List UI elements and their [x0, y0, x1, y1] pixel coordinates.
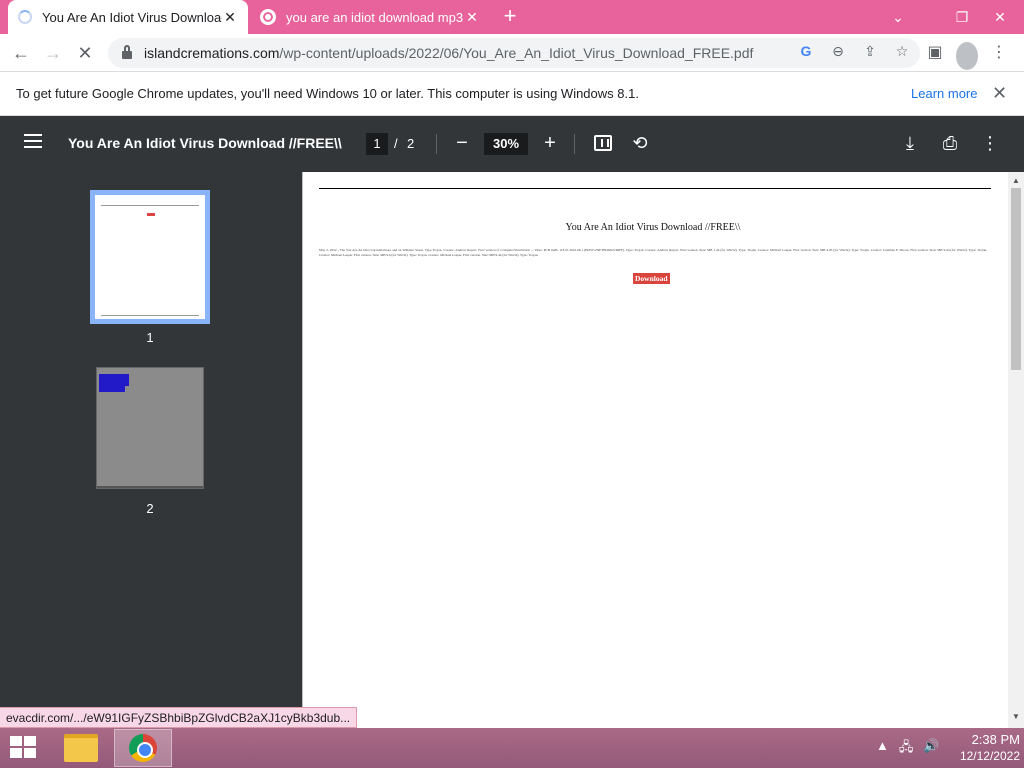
tab-close-icon[interactable]: ✕: [222, 9, 238, 26]
pdf-page: You Are An Idiot Virus Download //FREE\\…: [302, 172, 1008, 728]
vertical-scrollbar[interactable]: ▲ ▼: [1008, 172, 1024, 728]
page-body-text: May 2, 2022 - The You Are An Idiot troja…: [319, 248, 987, 257]
divider: [436, 134, 437, 154]
forward-button[interactable]: →: [40, 40, 66, 66]
stop-loading-button[interactable]: ✕: [72, 40, 98, 66]
new-tab-button[interactable]: +: [498, 4, 522, 30]
clock-date: 12/12/2022: [959, 749, 1020, 763]
lock-icon[interactable]: [122, 45, 132, 59]
page-thumbnail-2[interactable]: [96, 367, 204, 489]
tab-pdf-active[interactable]: You Are An Idiot Virus Download ✕: [8, 0, 248, 34]
tab-close-icon[interactable]: ✕: [464, 9, 480, 26]
tab-title: You Are An Idiot Virus Download: [42, 9, 222, 25]
download-icon[interactable]: ⤓: [899, 131, 921, 155]
zoom-in-button[interactable]: +: [540, 130, 560, 156]
back-button[interactable]: ←: [8, 40, 34, 66]
tab-title: you are an idiot download mp3: [286, 9, 464, 25]
restore-window-icon[interactable]: ❐: [944, 0, 980, 34]
page-heading: You Are An Idiot Virus Download //FREE\\: [565, 222, 741, 233]
chrome-menu-icon[interactable]: ⋮: [988, 39, 1010, 67]
chrome-icon: [129, 734, 157, 762]
divider: [574, 134, 575, 154]
update-infobar: To get future Google Chrome updates, you…: [0, 73, 1024, 116]
thumbnail-label: 1: [146, 330, 154, 345]
loading-spinner-icon: [18, 10, 32, 24]
zoom-icon[interactable]: ⊖: [828, 43, 848, 60]
tab-search[interactable]: you are an idiot download mp3 ✕: [250, 0, 490, 34]
zoom-out-button[interactable]: −: [452, 130, 472, 156]
side-panel-icon[interactable]: ▣: [924, 39, 946, 67]
browser-toolbar: ← → ✕ islandcremations.com/wp-content/up…: [0, 34, 1024, 72]
zoom-level-input[interactable]: 30%: [484, 133, 528, 155]
infobar-close-icon[interactable]: ✕: [992, 83, 1007, 104]
page-number-input[interactable]: 1: [366, 133, 388, 155]
tab-strip: You Are An Idiot Virus Download ✕ you ar…: [0, 0, 1024, 34]
thumbnail-label: 2: [146, 501, 154, 516]
pdf-title: You Are An Idiot Virus Download //FREE\\: [68, 135, 342, 151]
url-text: islandcremations.com/wp-content/uploads/…: [144, 45, 754, 61]
rotate-icon[interactable]: ⟲: [630, 133, 650, 153]
scroll-thumb[interactable]: [1011, 188, 1021, 370]
google-lens-icon[interactable]: G: [796, 43, 816, 60]
hamburger-menu-icon[interactable]: [24, 134, 42, 148]
system-clock[interactable]: 2:38 PM 12/12/2022: [944, 732, 1020, 764]
address-bar[interactable]: islandcremations.com/wp-content/uploads/…: [108, 38, 920, 68]
thumbnail-sidebar: 1 2: [0, 172, 302, 728]
page-total: 2: [407, 136, 415, 151]
file-explorer-icon[interactable]: [64, 734, 98, 762]
infobar-message: To get future Google Chrome updates, you…: [16, 86, 639, 101]
print-icon[interactable]: ⎙: [939, 131, 961, 155]
page-thumbnail-1[interactable]: [90, 190, 210, 324]
clock-time: 2:38 PM: [971, 732, 1020, 747]
download-link-button[interactable]: Download: [633, 273, 670, 284]
page-rule: [319, 188, 991, 189]
network-icon[interactable]: 🖧: [899, 738, 914, 760]
fit-to-page-icon[interactable]: [594, 135, 612, 151]
page-separator: /: [394, 136, 398, 151]
profile-avatar[interactable]: [956, 42, 978, 70]
bookmark-star-icon[interactable]: ☆: [892, 43, 912, 60]
pdf-toolbar: You Are An Idiot Virus Download //FREE\\…: [0, 116, 1024, 172]
status-bubble-url: evacdir.com/.../eW91IGFyZSBhbiBpZGlvdCB2…: [0, 707, 358, 728]
google-favicon-icon: [260, 9, 276, 25]
tray-expand-icon[interactable]: ▲: [876, 738, 889, 760]
volume-icon[interactable]: 🔊: [923, 738, 939, 760]
system-tray: ▲ 🖧 🔊: [876, 738, 940, 760]
windows-taskbar: ▲ 🖧 🔊 2:38 PM 12/12/2022: [0, 728, 1024, 768]
chrome-taskbar-button[interactable]: [114, 729, 172, 767]
learn-more-link[interactable]: Learn more: [911, 86, 977, 101]
share-icon[interactable]: ⇪: [860, 43, 880, 60]
tab-search-dropdown-icon[interactable]: ⌄: [880, 0, 916, 34]
scroll-up-icon[interactable]: ▲: [1012, 176, 1020, 185]
more-actions-icon[interactable]: ⋮: [979, 131, 1001, 155]
windows-start-icon[interactable]: [10, 736, 38, 760]
scroll-down-icon[interactable]: ▼: [1012, 712, 1020, 721]
close-window-icon[interactable]: ✕: [982, 0, 1018, 34]
